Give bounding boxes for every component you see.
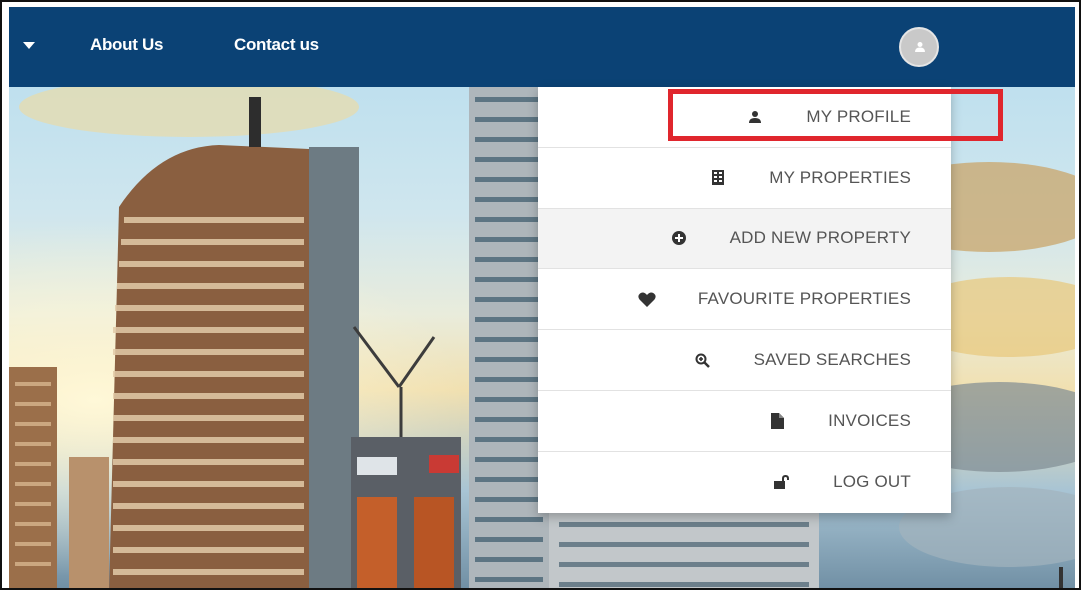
user-avatar-icon[interactable] xyxy=(899,27,939,67)
menu-item-saved-searches[interactable]: SAVED SEARCHES xyxy=(538,330,951,391)
menu-item-log-out[interactable]: LOG OUT xyxy=(538,451,951,513)
heart-icon xyxy=(636,288,658,310)
menu-item-label: FAVOURITE PROPERTIES xyxy=(697,289,911,309)
menu-item-label: MY PROPERTIES xyxy=(769,167,911,187)
menu-item-label: INVOICES xyxy=(828,410,911,430)
menu-item-label: LOG OUT xyxy=(833,472,911,492)
search-plus-icon xyxy=(692,349,714,371)
menu-item-my-properties[interactable]: MY PROPERTIES xyxy=(538,147,951,209)
menu-item-label: ADD NEW PROPERTY xyxy=(729,228,911,248)
user-icon xyxy=(744,106,766,128)
menu-item-my-profile[interactable]: MY PROFILE xyxy=(538,87,951,148)
menu-item-invoices[interactable]: INVOICES xyxy=(538,390,951,452)
file-icon xyxy=(766,410,788,432)
nav-link-about-us[interactable]: About Us xyxy=(90,35,163,55)
screenshot-frame: About Us Contact us MY PROFILE MY PROPER… xyxy=(0,0,1081,590)
caret-down-icon[interactable] xyxy=(23,42,35,49)
menu-item-favourite-properties[interactable]: FAVOURITE PROPERTIES xyxy=(538,269,951,331)
menu-item-label: SAVED SEARCHES xyxy=(753,350,911,370)
unlock-icon xyxy=(771,471,793,493)
plus-circle-icon xyxy=(668,227,690,249)
building-icon xyxy=(707,167,729,189)
nav-link-contact-us[interactable]: Contact us xyxy=(234,35,319,55)
top-navbar: About Us Contact us xyxy=(9,7,1075,87)
menu-item-add-new-property[interactable]: ADD NEW PROPERTY xyxy=(538,208,951,270)
profile-dropdown-menu: MY PROFILE MY PROPERTIES ADD NEW PROPERT… xyxy=(538,87,951,513)
menu-item-label: MY PROFILE xyxy=(806,106,911,126)
